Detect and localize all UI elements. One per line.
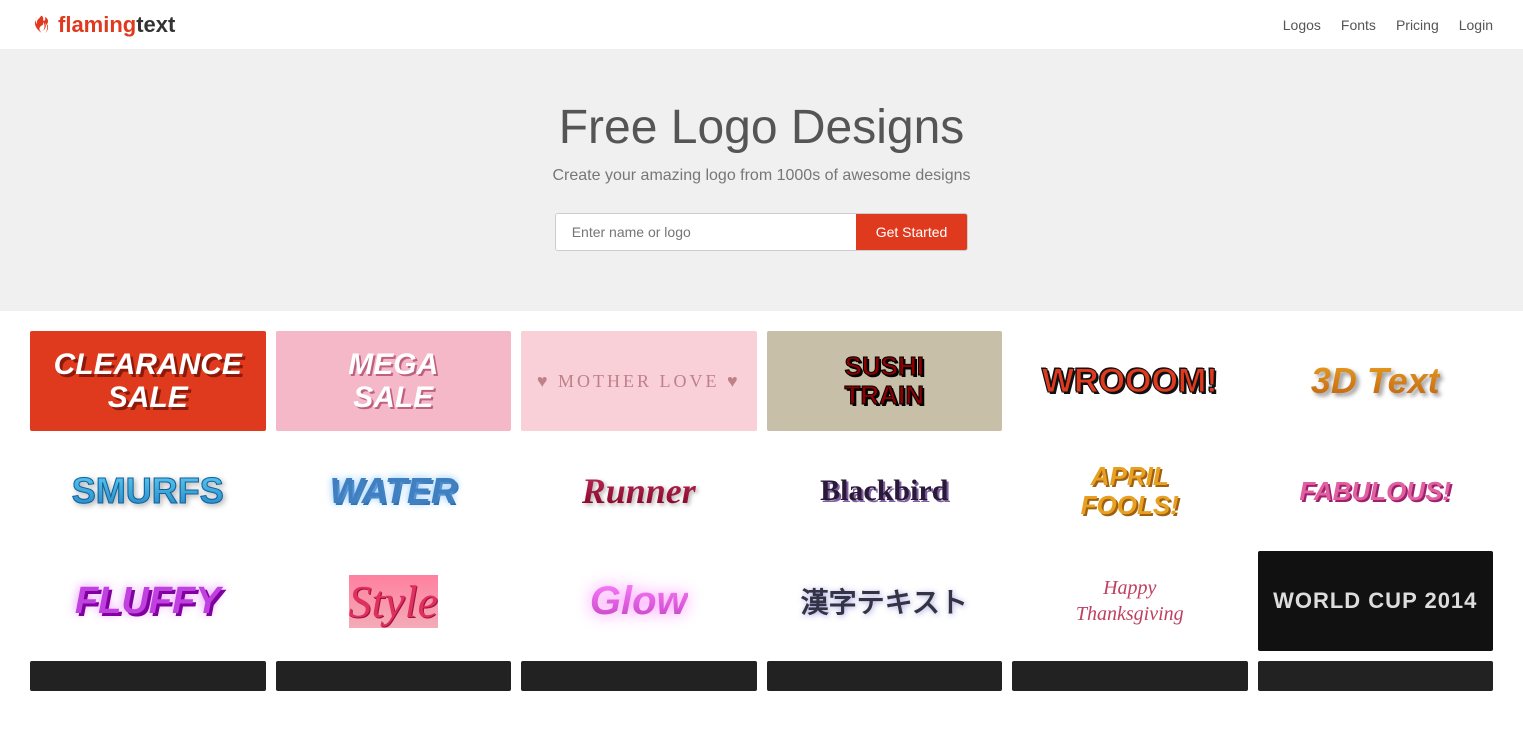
logo-item-blackbird[interactable]: Blackbird (767, 441, 1003, 541)
logo-item-fabulous[interactable]: FABULOUS! (1258, 441, 1494, 541)
logo-item-3dtext[interactable]: 3D Text (1258, 331, 1494, 431)
hero-section: Free Logo Designs Create your amazing lo… (0, 50, 1523, 311)
logo-text-april: APRILFOOLS! (1081, 462, 1179, 519)
logo-text-smurfs: SMURFS (72, 470, 224, 512)
gallery-row-3: FLUFFY Style Glow 漢字テキスト HappyThanksgivi… (30, 551, 1493, 651)
gallery-row-2: SMURFS WATER Runner Blackbird APRILFOOLS… (30, 441, 1493, 541)
logo-item-april[interactable]: APRILFOOLS! (1012, 441, 1248, 541)
logo-gallery: CLEARANCESALE MEGASALE ♥ MOTHER LOVE ♥ S… (0, 311, 1523, 721)
logo-text-glow: Glow (590, 579, 688, 624)
logo-item-clearance[interactable]: CLEARANCESALE (30, 331, 266, 431)
main-nav: Logos Fonts Pricing Login (1283, 17, 1493, 33)
logo-text-3dtext: 3D Text (1311, 360, 1440, 402)
logo-item-dark-6[interactable] (1258, 661, 1494, 691)
logo-item-kanji[interactable]: 漢字テキスト (767, 551, 1003, 651)
header: flamingtext Logos Fonts Pricing Login (0, 0, 1523, 50)
gallery-row-4 (30, 661, 1493, 691)
logo-text-blackbird: Blackbird (820, 474, 948, 508)
logo-item-dark-5[interactable] (1012, 661, 1248, 691)
logo-text-fluffy: FLUFFY (75, 580, 221, 623)
gallery-row-1: CLEARANCESALE MEGASALE ♥ MOTHER LOVE ♥ S… (30, 331, 1493, 431)
logo-item-dark-4[interactable] (767, 661, 1003, 691)
logo-item-dark-1[interactable] (30, 661, 266, 691)
get-started-button[interactable]: Get Started (856, 214, 968, 250)
hero-subtitle: Create your amazing logo from 1000s of a… (20, 167, 1503, 185)
nav-pricing[interactable]: Pricing (1396, 17, 1439, 33)
logo-item-sushi[interactable]: SUSHITRAIN (767, 331, 1003, 431)
hero-title: Free Logo Designs (20, 100, 1503, 155)
brand-logo[interactable]: flamingtext (30, 12, 175, 38)
logo-item-fluffy[interactable]: FLUFFY (30, 551, 266, 651)
brand-name: flamingtext (58, 12, 175, 38)
logo-item-glow[interactable]: Glow (521, 551, 757, 651)
logo-text-clearance: CLEARANCESALE (54, 348, 242, 414)
nav-logos[interactable]: Logos (1283, 17, 1321, 33)
logo-item-runner[interactable]: Runner (521, 441, 757, 541)
logo-text-thanksgiving: HappyThanksgiving (1076, 575, 1184, 627)
logo-item-mega[interactable]: MEGASALE (276, 331, 512, 431)
logo-text-worldcup: WORLD CUP 2014 (1273, 588, 1477, 614)
logo-text-water: WATER (330, 470, 457, 512)
nav-fonts[interactable]: Fonts (1341, 17, 1376, 33)
logo-item-mother[interactable]: ♥ MOTHER LOVE ♥ (521, 331, 757, 431)
logo-text-wrooom: WROOOM! (1042, 362, 1218, 401)
logo-text-style: Style (349, 575, 438, 628)
search-bar: Get Started (555, 213, 969, 251)
logo-text-sushi: SUSHITRAIN (845, 352, 924, 409)
logo-item-water[interactable]: WATER (276, 441, 512, 541)
logo-text-mother: ♥ MOTHER LOVE ♥ (537, 371, 741, 392)
logo-item-dark-3[interactable] (521, 661, 757, 691)
search-input[interactable] (556, 214, 856, 250)
logo-item-smurfs[interactable]: SMURFS (30, 441, 266, 541)
logo-text-runner: Runner (582, 470, 696, 512)
logo-item-thanksgiving[interactable]: HappyThanksgiving (1012, 551, 1248, 651)
flame-icon (30, 14, 52, 36)
nav-login[interactable]: Login (1459, 17, 1493, 33)
logo-text-kanji: 漢字テキスト (801, 581, 968, 621)
logo-text-mega: MEGASALE (348, 348, 438, 414)
logo-item-dark-2[interactable] (276, 661, 512, 691)
logo-text-fabulous: FABULOUS! (1299, 476, 1451, 507)
logo-item-worldcup[interactable]: WORLD CUP 2014 (1258, 551, 1494, 651)
logo-item-style[interactable]: Style (276, 551, 512, 651)
logo-item-wrooom[interactable]: WROOOM! (1012, 331, 1248, 431)
